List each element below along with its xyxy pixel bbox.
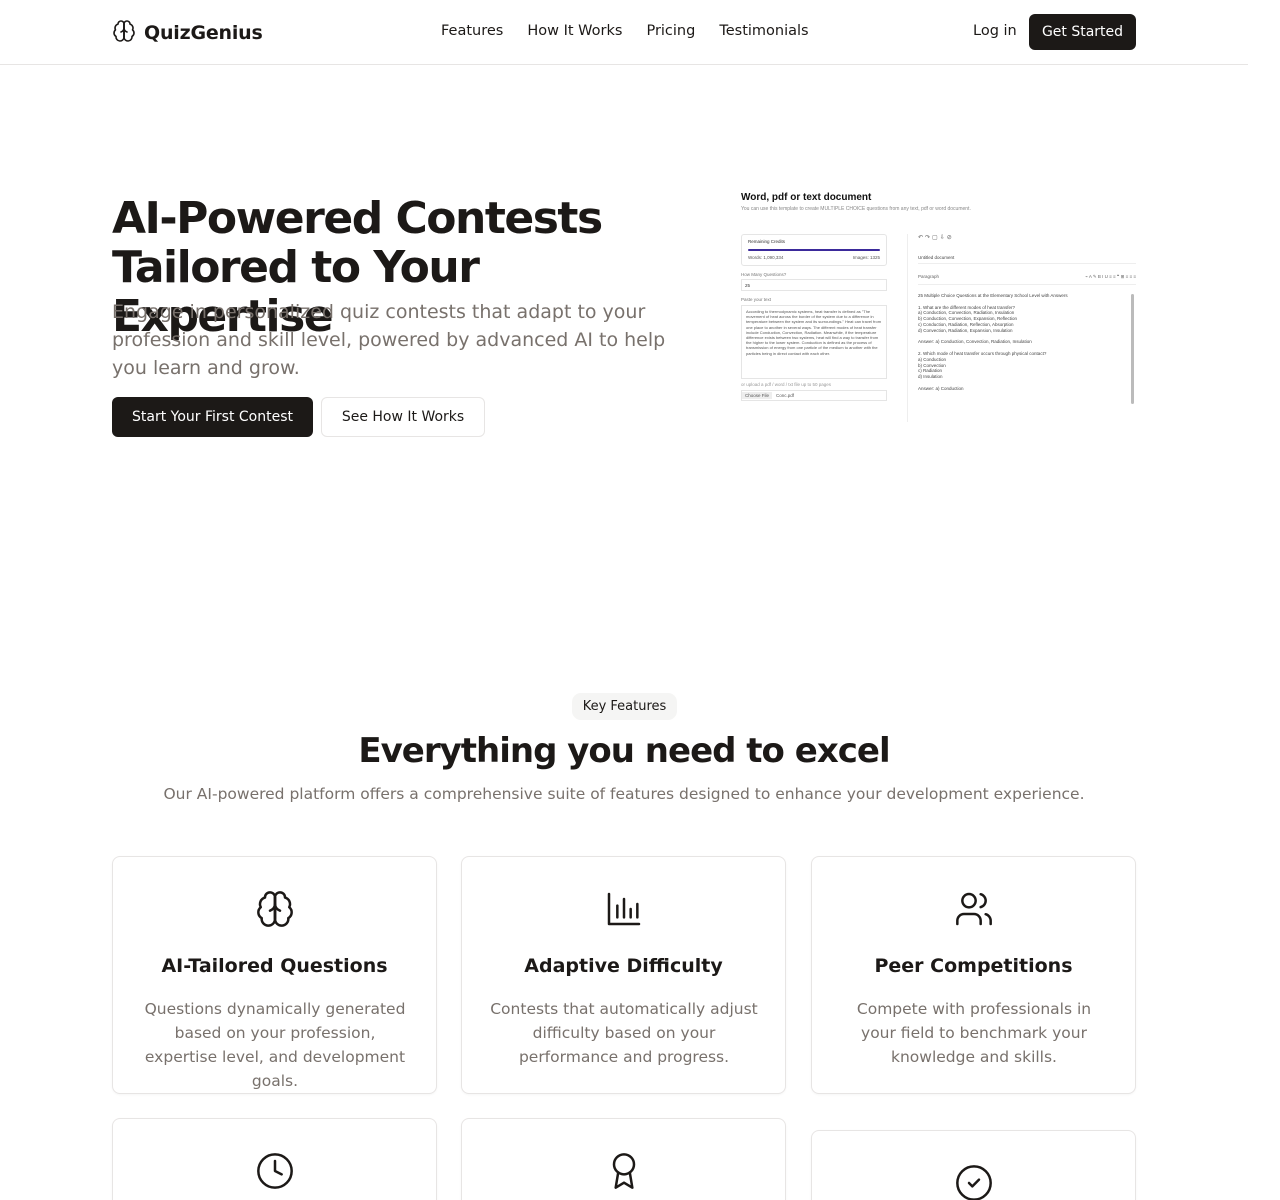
doc-name: Untitled document [918, 255, 1136, 264]
feature-card-peer: Peer Competitions Compete with professio… [811, 856, 1136, 1094]
features-subtitle: Our AI-powered platform offers a compreh… [163, 785, 1085, 803]
start-contest-button[interactable]: Start Your First Contest [112, 397, 313, 437]
brain-icon [255, 889, 295, 929]
feature-card-title: AI-Tailored Questions [161, 955, 388, 977]
paste-textarea: According to thermodynamic systems, heat… [741, 305, 887, 379]
product-screenshot: Word, pdf or text document You can use t… [741, 192, 1136, 422]
feature-card-5 [461, 1118, 786, 1200]
editor-toolbar-icons: ↶↷▢⇩⊘ [918, 235, 954, 241]
nav-pricing[interactable]: Pricing [646, 23, 695, 39]
mock-editor-panel: ↶↷▢⇩⊘ Untitled document Paragraph ⌁ A ✎ … [907, 234, 1136, 422]
file-name: Conc.pdf [776, 393, 795, 398]
hero-title-line-1: AI-Powered Contests [112, 193, 603, 244]
format-select: Paragraph [918, 274, 940, 279]
credits-bar [748, 249, 880, 251]
mock-description: You can use this template to create MULT… [741, 206, 971, 212]
feature-card-adaptive: Adaptive Difficulty Contests that automa… [461, 856, 786, 1094]
credits-images: Images: 1325 [852, 255, 880, 260]
hero-subtitle: Engage in personalized quiz contests tha… [112, 301, 666, 379]
award-icon [604, 1151, 644, 1191]
upload-label: or upload a pdf / word / txt file up to … [741, 382, 832, 387]
mock-title: Word, pdf or text document [741, 192, 872, 203]
nav-testimonials[interactable]: Testimonials [719, 23, 808, 39]
login-link[interactable]: Log in [973, 23, 1017, 39]
feature-card-description: Contests that automatically adjust diffi… [490, 1000, 758, 1066]
nav-features[interactable]: Features [441, 23, 503, 39]
brand-name: QuizGenius [144, 22, 263, 44]
format-bar: Paragraph ⌁ A ✎ B I U ≡ ≡ ❝ ⊞ ≡ ≡ ≡ [918, 274, 1136, 285]
questions-input: 25 [741, 279, 887, 291]
credits-words: Words: 1,090,334 [748, 255, 784, 260]
features-badge: Key Features [572, 693, 677, 720]
paste-label: Paste your text [741, 297, 772, 302]
credits-row: Words: 1,090,334 Images: 1325 [748, 255, 880, 260]
brand-logo[interactable]: QuizGenius [112, 19, 263, 47]
format-icons: ⌁ A ✎ B I U ≡ ≡ ❝ ⊞ ≡ ≡ ≡ [1085, 274, 1136, 279]
file-input: Choose File Conc.pdf [741, 390, 887, 401]
feature-card-ai-tailored: AI-Tailored Questions Questions dynamica… [112, 856, 437, 1094]
see-how-it-works-button[interactable]: See How It Works [321, 397, 485, 437]
check-circle-icon [954, 1163, 994, 1200]
credits-label: Remaining Credits [748, 239, 786, 244]
site-header: QuizGenius Features How It Works Pricing… [0, 0, 1248, 65]
mock-input-panel: Remaining Credits Words: 1,090,334 Image… [741, 234, 887, 401]
doc-content: 25 Multiple Choice Questions at the Elem… [918, 293, 1068, 391]
nav-how-it-works[interactable]: How It Works [527, 23, 622, 39]
feature-card-title: Peer Competitions [874, 955, 1073, 977]
get-started-button[interactable]: Get Started [1029, 14, 1136, 50]
questions-label: How Many Questions? [741, 272, 787, 277]
clock-icon [255, 1151, 295, 1191]
users-icon [954, 889, 994, 929]
main-nav: Features How It Works Pricing Testimonia… [441, 23, 809, 39]
credits-box: Remaining Credits Words: 1,090,334 Image… [741, 234, 887, 266]
brain-icon [112, 19, 136, 47]
feature-card-description: Questions dynamically generated based on… [144, 1000, 406, 1090]
feature-card-6 [811, 1130, 1136, 1200]
feature-card-title: Adaptive Difficulty [524, 955, 723, 977]
feature-card-description: Compete with professionals in your field… [856, 1000, 1092, 1066]
editor-scrollbar [1131, 294, 1134, 404]
choose-file-button: Choose File [742, 392, 773, 399]
features-title: Everything you need to excel [358, 731, 890, 771]
bar-chart-icon [604, 889, 644, 929]
feature-card-4 [112, 1118, 437, 1200]
